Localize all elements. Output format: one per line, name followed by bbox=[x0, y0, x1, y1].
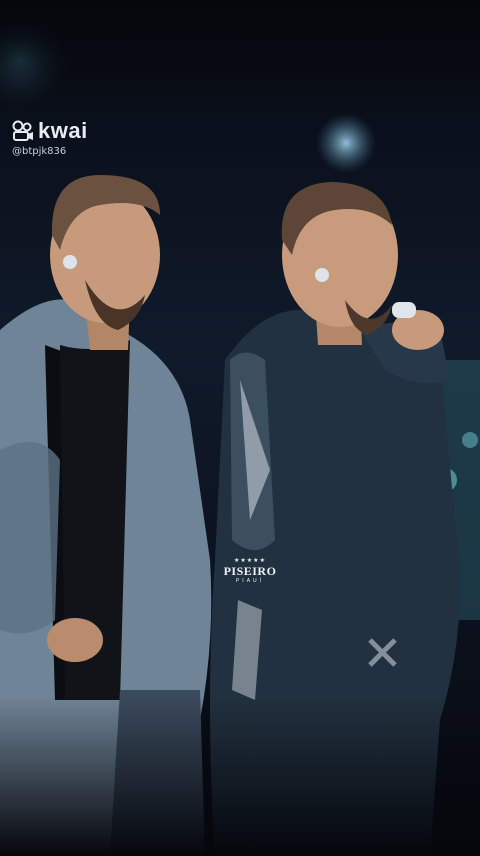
microphone-icon bbox=[392, 302, 416, 318]
piseiro-logo: ★★★★★ PISEIRO PIAUÍ bbox=[221, 558, 279, 584]
logo-subtitle: PIAUÍ bbox=[235, 578, 265, 584]
kwai-watermark: kwai bbox=[12, 118, 88, 144]
video-frame: kwai @btpjk836 ★★★★★ PISEIRO PIAUÍ bbox=[0, 0, 480, 856]
top-vignette bbox=[0, 0, 480, 120]
kwai-logo-icon bbox=[12, 120, 33, 141]
earpiece-icon bbox=[63, 255, 77, 269]
logo-name: PISEIRO bbox=[223, 564, 277, 578]
stage-light bbox=[316, 113, 376, 173]
kwai-username: @btpjk836 bbox=[12, 146, 67, 157]
bottom-vignette bbox=[0, 696, 480, 856]
kwai-brand-text: kwai bbox=[38, 118, 88, 143]
earpiece-icon bbox=[315, 268, 329, 282]
